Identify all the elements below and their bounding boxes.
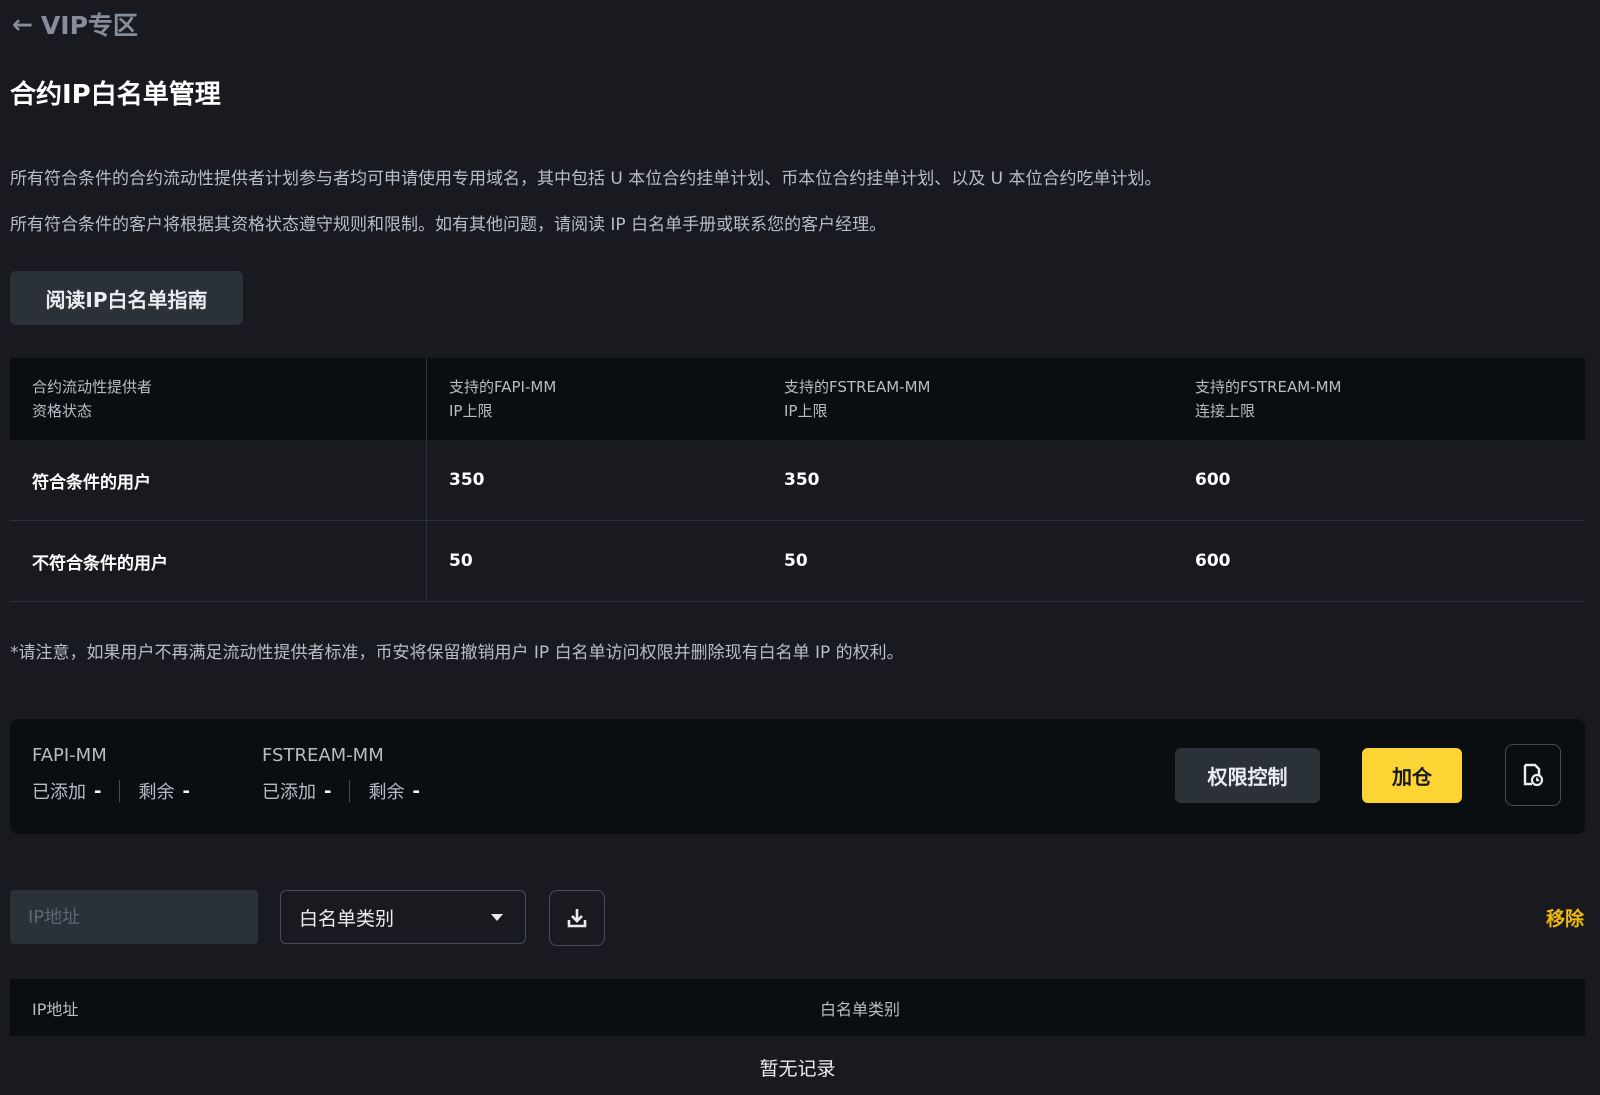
whitelist-type-select[interactable]: 白名单类别 — [280, 890, 526, 944]
divider — [349, 780, 351, 802]
read-guide-button[interactable]: 阅读IP白名单指南 — [10, 271, 243, 325]
back-label: VIP专区 — [40, 11, 138, 40]
tier-table-header: 合约流动性提供者 资格状态 支持的FAPI-MM IP上限 支持的FSTREAM… — [10, 358, 1585, 440]
remaining-value: - — [412, 780, 420, 802]
remaining-value: - — [182, 780, 190, 802]
added-value: - — [324, 780, 332, 802]
quota-panel: FAPI-MM 已添加 - 剩余 - FSTREAM-MM 已添加 - 剩余 -… — [10, 719, 1585, 834]
ip-list-header: IP地址 白名单类别 — [10, 979, 1585, 1036]
history-button[interactable] — [1505, 744, 1561, 806]
permission-control-button[interactable]: 权限控制 — [1175, 748, 1320, 803]
fstream-quota-name: FSTREAM-MM — [262, 745, 384, 766]
column-header-type: 白名单类别 — [820, 999, 901, 1019]
table-cell: 不符合条件的用户 — [10, 521, 427, 601]
table-cell: 350 — [449, 470, 485, 490]
column-header-ip: IP地址 — [32, 999, 79, 1019]
fapi-quota-name: FAPI-MM — [32, 745, 107, 766]
fstream-quota-stats: 已添加 - 剩余 - — [262, 778, 420, 804]
description-2: 所有符合条件的客户将根据其资格状态遵守规则和限制。如有其他问题，请阅读 IP 白… — [10, 215, 887, 235]
page-title: 合约IP白名单管理 — [10, 80, 221, 110]
header-cell-fstream-conn: 支持的FSTREAM-MM 连接上限 — [1195, 378, 1342, 420]
history-file-icon — [1523, 763, 1544, 787]
fapi-quota: FAPI-MM 已添加 - 剩余 - — [32, 745, 190, 804]
whitelist-type-value: 白名单类别 — [299, 907, 395, 930]
fstream-quota: FSTREAM-MM 已添加 - 剩余 - — [262, 745, 420, 804]
table-cell: 符合条件的用户 — [10, 440, 427, 520]
table-cell: 50 — [449, 551, 473, 571]
divider — [119, 780, 121, 802]
header-cell-status: 合约流动性提供者 资格状态 — [10, 358, 427, 440]
remove-link[interactable]: 移除 — [1546, 904, 1584, 931]
table-cell: 350 — [784, 470, 820, 490]
table-cell: 50 — [784, 551, 808, 571]
disclaimer-note: *请注意，如果用户不再满足流动性提供者标准，币安将保留撤销用户 IP 白名单访问… — [10, 643, 904, 663]
download-button[interactable] — [549, 890, 605, 946]
added-label: 已添加 — [32, 782, 86, 803]
arrow-left-icon: ← — [12, 9, 33, 39]
table-cell: 600 — [1195, 470, 1231, 490]
added-value: - — [94, 780, 102, 802]
remaining-label: 剩余 — [368, 782, 405, 803]
header-cell-fapi-ip: 支持的FAPI-MM IP上限 — [449, 378, 557, 420]
empty-state: 暂无记录 — [759, 1058, 836, 1080]
download-icon — [567, 909, 587, 928]
back-link[interactable]: ← VIP专区 — [12, 6, 138, 42]
table-row: 符合条件的用户 350 350 600 — [10, 440, 1585, 521]
table-cell: 600 — [1195, 551, 1231, 571]
added-label: 已添加 — [262, 782, 316, 803]
ip-address-input[interactable] — [10, 890, 258, 944]
add-button[interactable]: 加仓 — [1362, 748, 1462, 803]
remaining-label: 剩余 — [138, 782, 175, 803]
caret-down-icon — [491, 913, 503, 921]
tier-table: 合约流动性提供者 资格状态 支持的FAPI-MM IP上限 支持的FSTREAM… — [10, 358, 1585, 602]
description-1: 所有符合条件的合约流动性提供者计划参与者均可申请使用专用域名，其中包括 U 本位… — [10, 169, 1162, 189]
header-cell-fstream-ip: 支持的FSTREAM-MM IP上限 — [784, 378, 931, 420]
page: ← VIP专区 合约IP白名单管理 所有符合条件的合约流动性提供者计划参与者均可… — [0, 0, 1600, 1095]
table-row: 不符合条件的用户 50 50 600 — [10, 521, 1585, 602]
fapi-quota-stats: 已添加 - 剩余 - — [32, 778, 190, 804]
